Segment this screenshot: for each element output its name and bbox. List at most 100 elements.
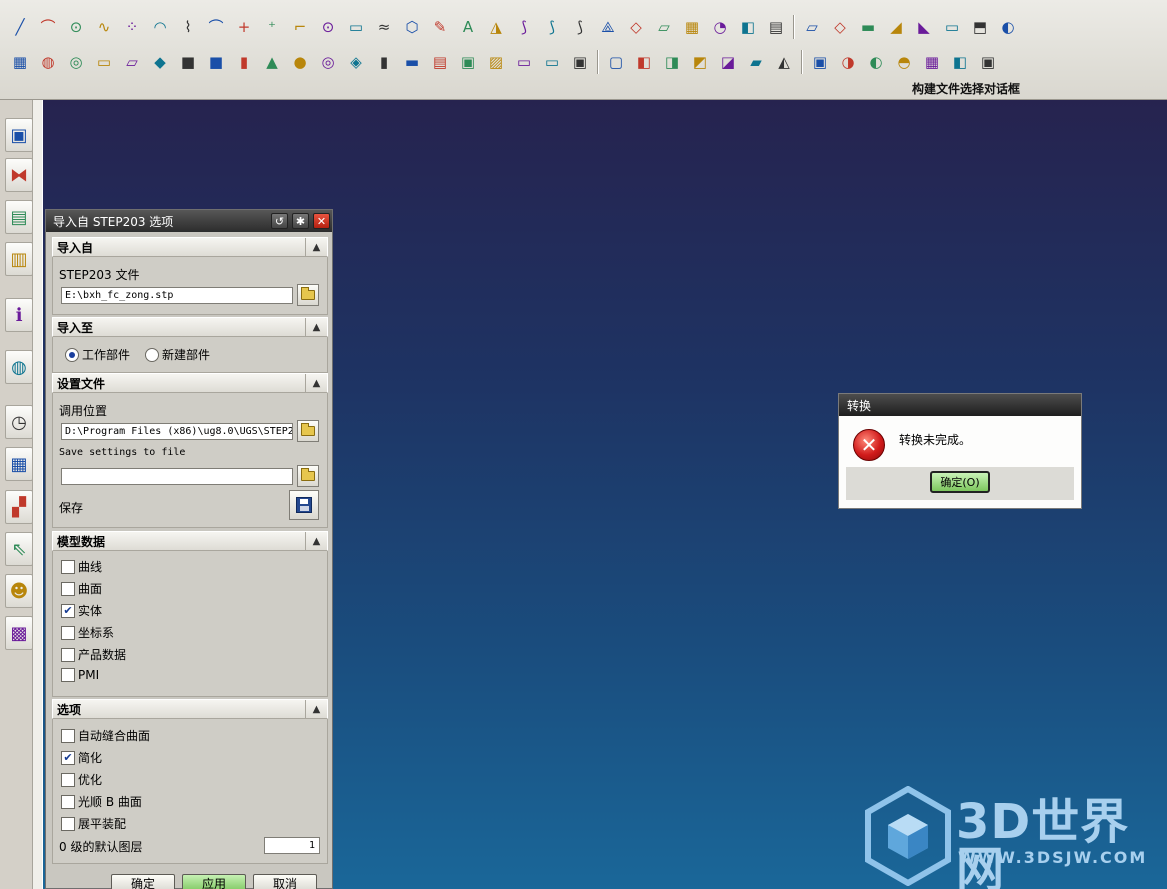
section-header-import-to[interactable]: 导入至 ▲ [52,317,328,337]
checkbox[interactable] [61,794,75,809]
offset-body-icon[interactable]: ◨ [658,49,686,75]
checkbox[interactable] [61,647,75,662]
checkbox-option[interactable]: 曲面 [61,580,102,597]
offset-curve-icon[interactable]: ◠ [146,14,174,40]
message-ok-button[interactable]: 确定(O) [930,471,990,493]
section-header-options[interactable]: 选项 ▲ [52,699,328,719]
section-header-import-from[interactable]: 导入自 ▲ [52,237,328,257]
analysis-icon[interactable]: ▞ [5,490,33,524]
bridge-curve-icon[interactable]: ◇ [622,14,650,40]
plane-icon[interactable]: ▱ [798,14,826,40]
line-icon[interactable]: ╱ [6,14,34,40]
section-curve-icon[interactable]: ⟆ [566,14,594,40]
parts-list-icon[interactable]: ▮ [370,49,398,75]
browse-save-button[interactable] [297,465,319,487]
tube-icon[interactable]: ▭ [90,49,118,75]
split-icon[interactable]: ◪ [714,49,742,75]
union-icon[interactable]: ▣ [566,49,594,75]
variable-blend-icon[interactable]: ◓ [890,49,918,75]
wrap-curve-icon[interactable]: ◧ [734,14,762,40]
checkbox-option[interactable]: ✔ 简化 [61,749,102,766]
isoparametric-icon[interactable]: ▦ [678,14,706,40]
mesh-surface-icon[interactable]: ▤ [762,14,790,40]
checkbox[interactable]: ✔ [61,750,75,765]
browse-file-button[interactable] [297,284,319,306]
point-cross-icon[interactable]: + [230,14,258,40]
checkbox-option[interactable]: 曲线 [61,558,102,575]
save-settings-input[interactable] [61,468,293,485]
checkbox-option[interactable]: 产品数据 [61,646,126,663]
text-icon[interactable]: A [454,14,482,40]
checkbox[interactable] [61,772,75,787]
checkbox-option[interactable]: PMI [61,668,99,682]
box-icon[interactable]: ■ [202,49,230,75]
edge-blend-icon[interactable]: ◑ [834,49,862,75]
chevron-up-icon[interactable]: ▲ [305,238,327,256]
web-browser-icon[interactable]: ◍ [5,350,33,384]
point-icon[interactable]: ⊙ [62,14,90,40]
studio-surface-icon[interactable]: ▬ [854,14,882,40]
project-curve-icon[interactable]: ⟁ [594,14,622,40]
intersect-curve-icon[interactable]: ⟆ [538,14,566,40]
point-set-icon[interactable]: ⁘ [118,14,146,40]
sphere-feature-icon[interactable]: ◎ [62,49,90,75]
process-studio-icon[interactable]: ▦ [5,447,33,481]
pencil-icon[interactable]: ✎ [426,14,454,40]
face-blend-icon[interactable]: ◐ [994,14,1022,40]
roles-icon[interactable]: ⇖ [5,532,33,566]
studio-spline-icon[interactable]: ⌇ [174,14,202,40]
resource-bar-edge[interactable] [32,100,42,889]
chevron-up-icon[interactable]: ▲ [305,532,327,550]
checkbox-option[interactable]: 坐标系 [61,624,114,641]
pad-icon[interactable]: ▱ [118,49,146,75]
datum-icon[interactable]: ◇ [826,14,854,40]
subtract-icon[interactable]: ▢ [602,49,630,75]
extract-curve-icon[interactable]: ⟆ [510,14,538,40]
default-layer-input[interactable]: 1 [264,837,320,854]
pattern-icon[interactable]: ▦ [918,49,946,75]
checkbox-option[interactable]: 光顺 B 曲面 [61,793,142,810]
thicken-icon[interactable]: ▰ [742,49,770,75]
info-icon[interactable]: ℹ [5,298,33,332]
point-plus-icon[interactable]: ⁺ [258,14,286,40]
part-navigator-icon[interactable]: ▤ [5,200,33,234]
radio-new-part[interactable]: 新建部件 [145,346,210,363]
assembly-navigator-icon[interactable]: ▣ [5,118,33,152]
close-icon[interactable]: ✕ [313,213,330,229]
location-input[interactable]: D:\Program Files (x86)\ug8.0\UGS\STEP203 [61,423,293,440]
section-surface-icon[interactable]: ▭ [938,14,966,40]
book-icon[interactable]: ▤ [426,49,454,75]
chamfer-icon[interactable]: ◭ [770,49,798,75]
slab-icon[interactable]: ▭ [510,49,538,75]
combined-curve-icon[interactable]: ◔ [706,14,734,40]
chevron-up-icon[interactable]: ▲ [305,318,327,336]
section-header-model-data[interactable]: 模型数据 ▲ [52,531,328,551]
checkbox[interactable] [61,728,75,743]
checkbox[interactable] [61,668,75,682]
palette-icon[interactable]: ▩ [5,616,33,650]
corner-icon[interactable]: ⌐ [286,14,314,40]
fillet-curve-icon[interactable]: ⌒ [202,14,230,40]
message-box-titlebar[interactable]: 转换 [839,394,1081,416]
system-materials-icon[interactable]: ☻ [5,574,33,608]
constraint-navigator-icon[interactable]: ⧓ [5,158,33,192]
settings-gear-icon[interactable]: ✱ [292,213,309,229]
stand-icon[interactable]: ▬ [398,49,426,75]
cube-open-icon[interactable]: ▨ [482,49,510,75]
spline-icon[interactable]: ∿ [90,14,118,40]
cube-icon[interactable]: ■ [174,49,202,75]
cylinder-icon[interactable]: ▮ [230,49,258,75]
ok-button[interactable]: 确定 [111,874,175,889]
block-feature-icon[interactable]: ▦ [6,49,34,75]
section-header-settings-file[interactable]: 设置文件 ▲ [52,373,328,393]
checkbox-option[interactable]: 自动缝合曲面 [61,727,150,744]
checkbox[interactable] [61,625,75,640]
cone-icon[interactable]: ▲ [258,49,286,75]
draft-icon[interactable]: ◐ [862,49,890,75]
offset-face-icon[interactable]: ▱ [650,14,678,40]
save-settings-button[interactable] [289,490,319,520]
n-sided-icon[interactable]: ⬒ [966,14,994,40]
law-curve-icon[interactable]: ≈ [370,14,398,40]
chevron-up-icon[interactable]: ▲ [305,374,327,392]
chevron-up-icon[interactable]: ▲ [305,700,327,718]
